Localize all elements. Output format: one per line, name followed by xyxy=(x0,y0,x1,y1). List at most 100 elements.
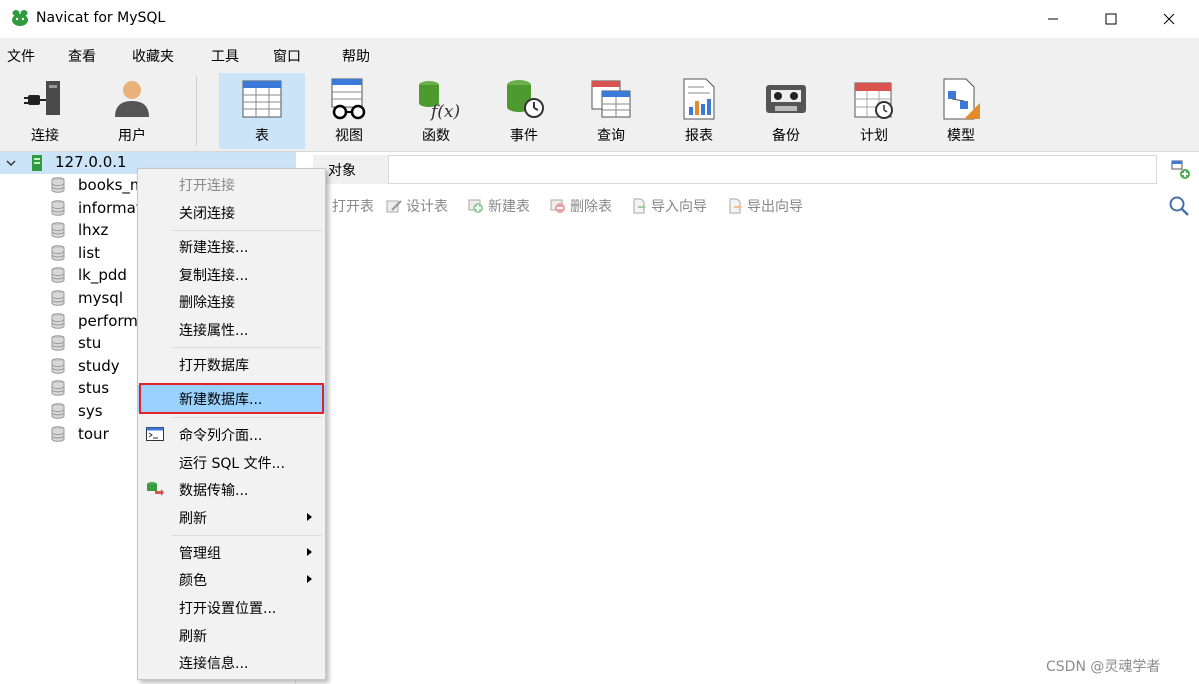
minimize-icon xyxy=(1048,18,1058,20)
minimize-button[interactable] xyxy=(1024,0,1082,38)
tree-item-database[interactable]: list xyxy=(50,242,100,264)
chevron-down-icon[interactable] xyxy=(6,158,16,168)
tree-item-database[interactable]: lk_pdd xyxy=(50,264,127,286)
database-label: perform xyxy=(78,311,138,330)
toolbar-label: 设计表 xyxy=(406,199,448,215)
toolbar-label: 报表 xyxy=(685,128,713,144)
open-table-button[interactable]: 打开表 xyxy=(332,196,374,216)
tree-item-database[interactable]: sys xyxy=(50,400,103,422)
menu-item-open-database[interactable]: 打开数据库 xyxy=(138,351,325,378)
toolbar-label: 模型 xyxy=(947,128,975,144)
toolbar-model-button[interactable]: 模型 xyxy=(918,73,1004,149)
maximize-icon xyxy=(1105,13,1117,25)
submenu-arrow-icon xyxy=(307,513,312,521)
menu-view[interactable]: 查看 xyxy=(68,46,96,66)
toolbar-report-button[interactable]: 报表 xyxy=(656,73,742,149)
database-icon xyxy=(51,335,65,351)
database-label: list xyxy=(78,243,101,262)
navicat-logo-icon xyxy=(12,10,28,26)
menu-separator xyxy=(172,347,322,348)
close-icon xyxy=(1163,13,1175,25)
tree-item-database[interactable]: stu xyxy=(50,332,101,354)
import-wizard-button[interactable]: 导入向导 xyxy=(631,196,707,216)
menu-item-delete-connection[interactable]: 删除连接 xyxy=(138,288,325,315)
database-icon xyxy=(51,222,65,238)
menu-item-manage-group[interactable]: 管理组 xyxy=(138,539,325,566)
menu-item-label: 连接信息... xyxy=(179,656,249,672)
submenu-arrow-icon xyxy=(307,548,312,556)
design-table-button[interactable]: 设计表 xyxy=(386,196,448,216)
menu-item-color[interactable]: 颜色 xyxy=(138,566,325,593)
toolbar-user-button[interactable]: 用户 xyxy=(89,73,175,149)
menu-separator xyxy=(172,535,322,536)
main-toolbar: 连接 用户 表 视图 f(x) 函数 事件 查询 报表 备份 计划 模型 xyxy=(0,70,1199,152)
menu-item-run-sql-file[interactable]: 运行 SQL 文件... xyxy=(138,449,325,476)
delete-table-button[interactable]: 删除表 xyxy=(550,196,612,216)
menu-item-connection-properties[interactable]: 连接属性... xyxy=(138,316,325,343)
toolbar-label: 备份 xyxy=(772,128,800,144)
menu-separator xyxy=(172,417,322,418)
menu-item-connection-info[interactable]: 连接信息... xyxy=(138,649,325,676)
toolbar-view-button[interactable]: 视图 xyxy=(306,73,392,149)
schedule-calendar-icon xyxy=(854,82,893,119)
menu-item-label: 刷新 xyxy=(179,511,207,527)
database-label: informat xyxy=(78,198,142,217)
menu-item-label: 管理组 xyxy=(179,546,221,562)
window-title: Navicat for MySQL xyxy=(36,10,166,26)
tree-item-database[interactable]: study xyxy=(50,355,120,377)
toolbar-schedule-button[interactable]: 计划 xyxy=(831,73,917,149)
tree-item-database[interactable]: lhxz xyxy=(50,219,108,241)
search-icon[interactable] xyxy=(1168,195,1190,217)
menu-item-close-connection[interactable]: 关闭连接 xyxy=(138,199,325,226)
tree-item-database[interactable]: perform xyxy=(50,310,138,332)
menu-item-data-transfer[interactable]: 数据传输... xyxy=(138,476,325,503)
menu-item-label: 连接属性... xyxy=(179,323,249,339)
menu-item-open-settings-location[interactable]: 打开设置位置... xyxy=(138,594,325,621)
database-icon xyxy=(51,403,65,419)
database-label: lhxz xyxy=(78,221,109,240)
toolbar-label: 查询 xyxy=(597,128,625,144)
menu-item-duplicate-connection[interactable]: 复制连接... xyxy=(138,261,325,288)
tree-item-database[interactable]: stus xyxy=(50,377,109,399)
toolbar-label: 导出向导 xyxy=(747,199,803,215)
menu-item-new-connection[interactable]: 新建连接... xyxy=(138,233,325,260)
tree-item-database[interactable]: tour xyxy=(50,423,109,445)
database-label: stus xyxy=(78,379,110,398)
database-label: books_m xyxy=(78,176,145,194)
new-tab-button[interactable] xyxy=(1162,155,1199,184)
server-icon xyxy=(32,155,42,171)
tree-item-database[interactable]: informat xyxy=(50,197,142,219)
database-icon xyxy=(51,199,65,216)
toolbar-backup-button[interactable]: 备份 xyxy=(743,73,829,149)
menu-item-label: 数据传输... xyxy=(179,483,249,499)
toolbar-connection-button[interactable]: 连接 xyxy=(2,73,88,149)
new-table-button[interactable]: 新建表 xyxy=(468,196,530,216)
connection-label: 127.0.0.1 xyxy=(55,153,127,171)
toolbar-label: 连接 xyxy=(31,128,59,144)
tree-item-database[interactable]: mysql xyxy=(50,287,123,309)
toolbar-label: 新建表 xyxy=(488,199,530,215)
menu-item-refresh-submenu[interactable]: 刷新 xyxy=(138,504,325,531)
menu-help[interactable]: 帮助 xyxy=(342,46,370,66)
tree-item-database[interactable]: books_m xyxy=(50,174,145,196)
toolbar-divider xyxy=(196,76,197,146)
export-wizard-button[interactable]: 导出向导 xyxy=(727,196,803,216)
event-clock-icon xyxy=(507,80,544,118)
new-table-icon xyxy=(468,199,483,213)
menu-file[interactable]: 文件 xyxy=(7,46,35,66)
menu-tools[interactable]: 工具 xyxy=(211,46,239,66)
toolbar-table-button[interactable]: 表 xyxy=(219,73,305,149)
toolbar-query-button[interactable]: 查询 xyxy=(568,73,654,149)
menu-item-refresh[interactable]: 刷新 xyxy=(138,622,325,649)
database-icon xyxy=(51,267,65,284)
close-button[interactable] xyxy=(1140,0,1198,38)
export-icon xyxy=(729,198,742,214)
menu-window[interactable]: 窗口 xyxy=(273,46,301,66)
toolbar-event-button[interactable]: 事件 xyxy=(481,73,567,149)
menu-item-open-connection[interactable]: 打开连接 xyxy=(138,171,325,198)
menu-item-label: 关闭连接 xyxy=(179,206,235,222)
toolbar-function-button[interactable]: f(x) 函数 xyxy=(393,73,479,149)
menu-item-command-line[interactable]: 命令列介面... xyxy=(138,421,325,448)
menu-favorites[interactable]: 收藏夹 xyxy=(132,46,174,66)
maximize-button[interactable] xyxy=(1082,0,1140,38)
